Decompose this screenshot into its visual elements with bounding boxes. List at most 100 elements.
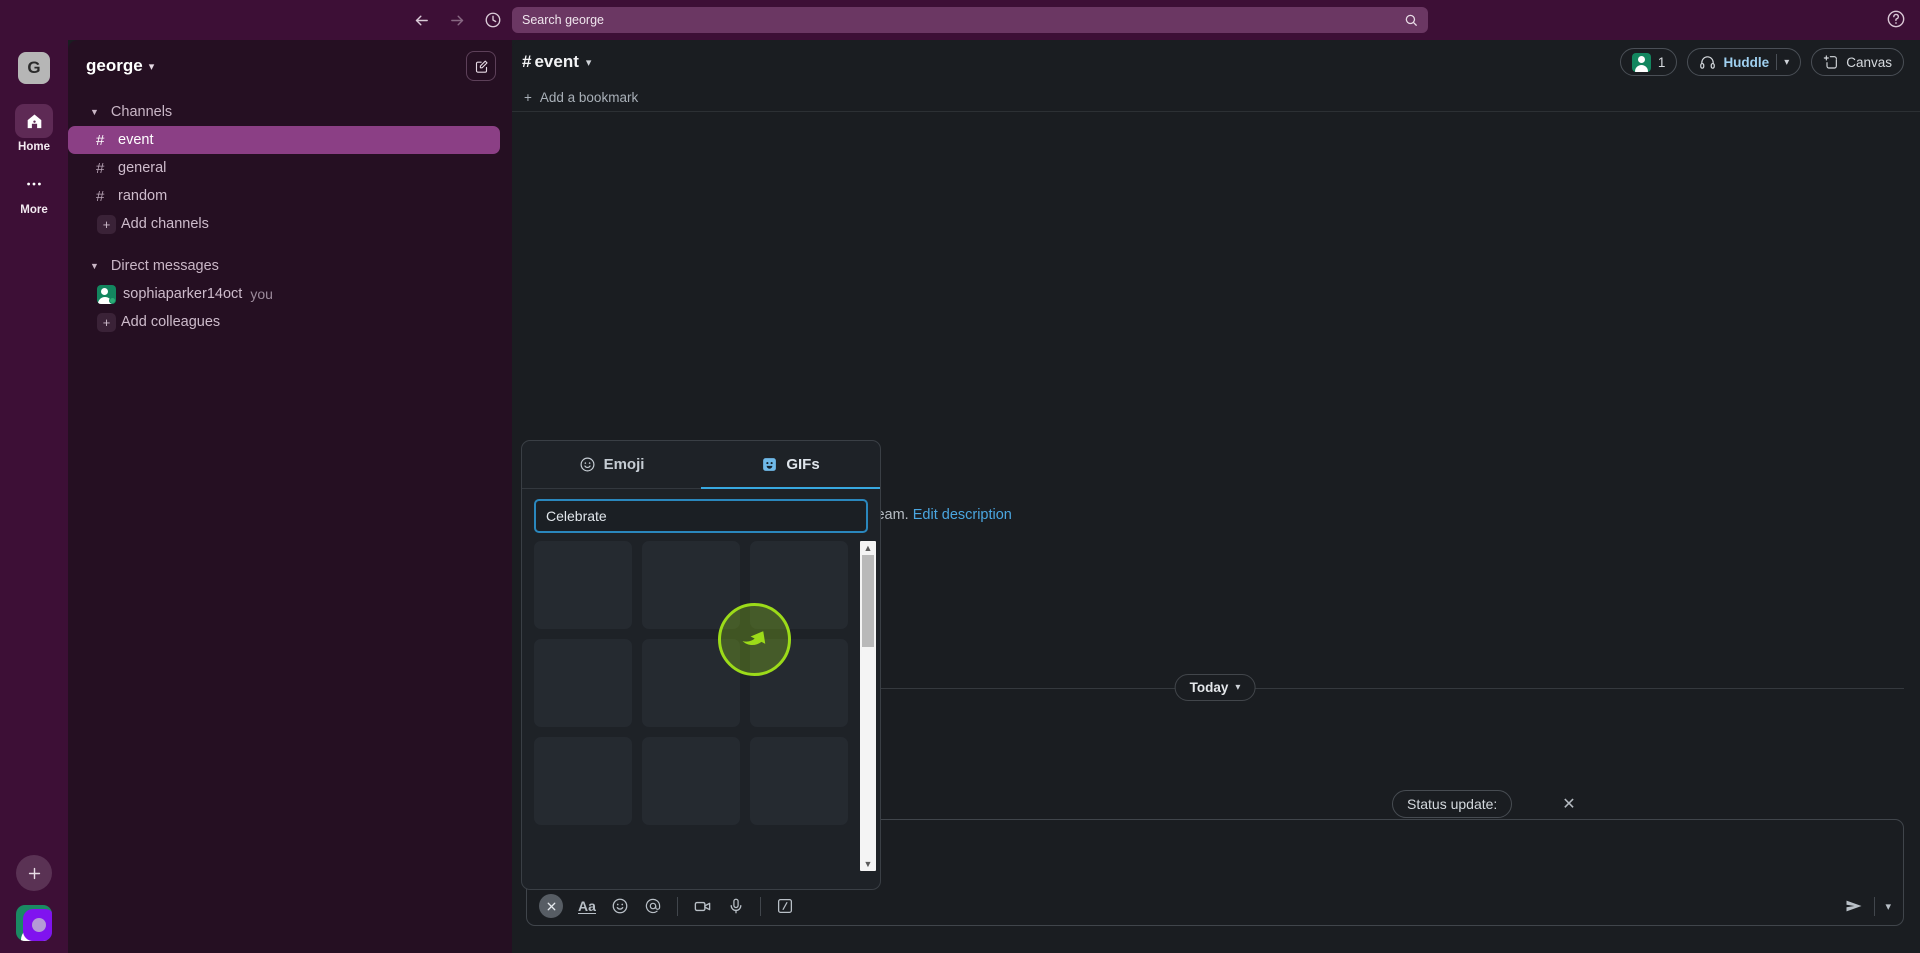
emoji-icon [579,456,596,473]
rail-item-more-label: More [20,204,48,216]
formatting-button[interactable]: Aa [578,899,596,914]
help-circle-icon[interactable] [1886,9,1908,31]
tab-gifs[interactable]: GIFs [701,441,880,489]
slash-command-button[interactable] [776,897,794,915]
member-avatar [1631,52,1651,72]
search-placeholder: Search george [522,13,605,27]
tab-gifs-label: GIFs [786,456,820,473]
today-label: Today [1189,680,1229,695]
home-icon [15,104,53,138]
gif-results-grid [534,541,868,825]
app-rail: G Home More [0,40,68,953]
you-badge: you [250,286,273,302]
cursor-arrow-icon [742,630,765,645]
triangle-down-icon: ▼ [90,107,99,117]
divider [1874,896,1876,916]
members-count: 1 [1657,54,1666,70]
new-item-button[interactable] [16,855,52,891]
avatar-status-overlay [23,909,52,941]
composer-toolbar: Aa ▾ [527,887,1903,925]
close-composer-button[interactable] [539,894,563,918]
workspace-header[interactable]: george ▾ [68,48,512,84]
gif-result-item[interactable] [534,737,632,825]
plus-icon: + [524,90,532,105]
gif-result-item[interactable] [642,737,740,825]
tab-emoji[interactable]: Emoji [522,441,701,488]
gif-search-wrapper [522,489,880,541]
today-button[interactable]: Today ▾ [1174,674,1256,701]
sidebar-item-random[interactable]: # random [68,182,500,210]
compose-button[interactable] [466,51,496,81]
gif-scrollbar[interactable]: ▲ ▼ [860,541,876,871]
huddle-button[interactable]: Huddle ▾ [1687,48,1802,76]
sidebar-item-label: Add channels [121,216,209,232]
clock-icon[interactable] [482,9,504,31]
scrollbar-thumb[interactable] [862,555,874,647]
chevron-down-icon[interactable]: ▾ [1784,57,1789,68]
gif-result-item[interactable] [534,639,632,727]
rail-item-home[interactable]: Home [5,104,63,153]
section-title: Direct messages [110,258,219,274]
send-options-chevron-down-icon[interactable]: ▾ [1885,900,1891,913]
divider [759,896,761,916]
canvas-button[interactable]: Canvas [1811,48,1904,76]
gif-search-input[interactable] [534,499,868,533]
rail-item-more[interactable]: More [5,167,63,216]
audio-button[interactable] [727,897,745,915]
sidebar: george ▾ ▼ Channels # event # general # … [68,40,512,953]
workspace-name: george [86,56,143,75]
cursor-highlight [718,603,791,676]
send-button[interactable] [1844,896,1864,916]
sidebar-item-add-channels[interactable]: + Add channels [68,210,500,238]
gif-face-icon [761,456,778,473]
status-update-chip[interactable]: Status update: [1392,790,1513,818]
channel-title[interactable]: # event ▾ [522,52,591,72]
add-bookmark-button[interactable]: + Add a bookmark [512,84,1920,112]
scroll-down-arrow-icon[interactable]: ▼ [864,857,873,871]
hash-icon: # [522,52,532,71]
video-button[interactable] [693,897,712,916]
close-icon[interactable]: ✕ [1562,794,1575,814]
workspace-badge[interactable]: G [18,52,50,84]
dm-avatar [97,284,116,304]
mention-button[interactable] [644,897,662,915]
sidebar-item-label: event [118,132,154,148]
sidebar-item-general[interactable]: # general [68,154,500,182]
avatar[interactable] [16,905,52,941]
status-chip-label: Status update: [1407,796,1498,812]
nav-controls [410,9,504,31]
scroll-up-arrow-icon[interactable]: ▲ [864,541,873,555]
gif-picker-tabs: Emoji GIFs [522,441,880,489]
sidebar-item-label: general [118,160,167,176]
members-button[interactable]: 1 [1619,48,1678,76]
chevron-down-icon: ▾ [1235,682,1241,693]
sidebar-item-label: random [118,188,168,204]
sidebar-item-sophiaparker14oct[interactable]: sophiaparker14oct you [68,280,500,308]
gif-result-item[interactable] [750,737,848,825]
chevron-down-icon: ▾ [585,56,592,69]
section-header-channels[interactable]: ▼ Channels [68,98,512,126]
forward-icon[interactable] [446,9,468,31]
hash-icon: # [96,159,105,177]
plus-icon: + [97,312,116,332]
edit-description-link[interactable]: Edit description [913,507,1012,523]
search-input[interactable]: Search george [512,7,1428,33]
plus-icon: + [97,214,116,234]
rail-bottom-group [16,855,52,941]
section-header-direct-messages[interactable]: ▼ Direct messages [68,252,512,280]
divider [1776,54,1778,70]
search-icon[interactable] [1404,13,1418,27]
sidebar-item-label: Add colleagues [121,314,221,330]
rail-item-home-label: Home [18,141,50,153]
section-title: Channels [110,104,173,120]
back-icon[interactable] [410,9,432,31]
sidebar-item-add-colleagues[interactable]: + Add colleagues [68,308,500,336]
gif-picker-panel: Emoji GIFs ▲ ▼ [521,440,881,890]
huddle-label: Huddle [1723,54,1770,70]
gif-result-item[interactable] [534,541,632,629]
canvas-label: Canvas [1846,54,1892,70]
channel-name: event [534,52,579,71]
top-bar: Search george [0,0,1920,40]
sidebar-item-event[interactable]: # event [68,126,500,154]
emoji-button[interactable] [611,897,629,915]
